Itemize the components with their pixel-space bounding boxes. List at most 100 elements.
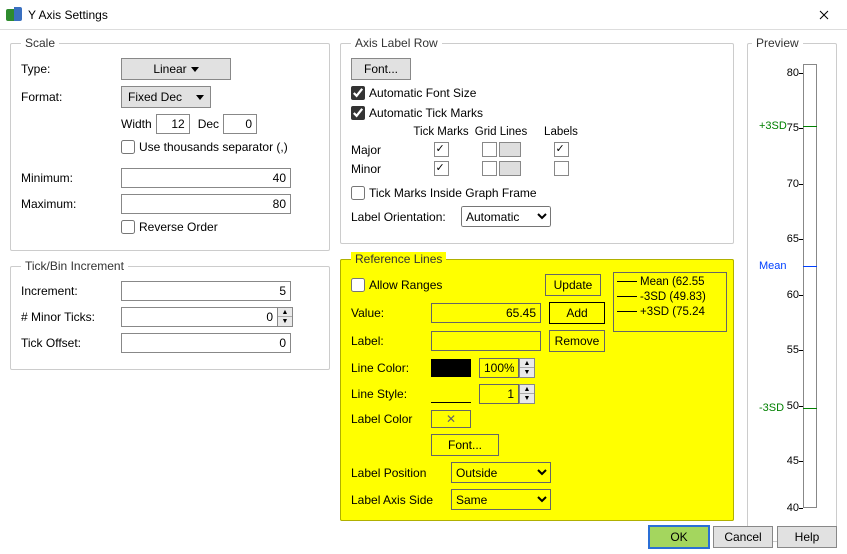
spin-down-icon[interactable]: ▼ bbox=[278, 317, 292, 326]
label-color-swatch[interactable]: ✕ bbox=[431, 410, 471, 428]
ref-list-item[interactable]: +3SD (75.24 bbox=[617, 305, 723, 320]
major-tick-checkbox[interactable] bbox=[434, 142, 449, 157]
min-input[interactable] bbox=[121, 168, 291, 188]
allow-ranges-label: Allow Ranges bbox=[369, 278, 442, 292]
auto-tick-label: Automatic Tick Marks bbox=[369, 106, 483, 120]
spin-up-icon[interactable]: ▲ bbox=[520, 385, 534, 394]
line-color-swatch[interactable] bbox=[431, 359, 471, 377]
linecolor-label: Line Color: bbox=[351, 361, 431, 375]
offset-input[interactable] bbox=[121, 333, 291, 353]
inside-frame-checkbox[interactable] bbox=[351, 186, 365, 200]
auto-tick-checkbox[interactable] bbox=[351, 106, 365, 120]
footer: OK Cancel Help bbox=[649, 526, 837, 548]
pos-label: Label Position bbox=[351, 466, 451, 480]
help-button[interactable]: Help bbox=[777, 526, 837, 548]
remove-button[interactable]: Remove bbox=[549, 330, 605, 352]
close-button[interactable] bbox=[801, 0, 847, 30]
caret-down-icon bbox=[191, 67, 199, 72]
pos-select[interactable]: Outside bbox=[451, 462, 551, 483]
ref-font-button[interactable]: Font... bbox=[431, 434, 499, 456]
dec-input[interactable] bbox=[223, 114, 257, 134]
ok-button[interactable]: OK bbox=[649, 526, 709, 548]
max-label: Maximum: bbox=[21, 197, 121, 211]
type-dropdown[interactable]: Linear bbox=[121, 58, 231, 80]
ref-list[interactable]: Mean (62.55 -3SD (49.83) +3SD (75.24 bbox=[613, 272, 727, 332]
ref-legend: Reference Lines bbox=[351, 252, 446, 266]
titlebar: Y Axis Settings bbox=[0, 0, 847, 30]
increment-input[interactable] bbox=[121, 281, 291, 301]
type-label: Type: bbox=[21, 62, 121, 76]
scale-legend: Scale bbox=[21, 36, 59, 50]
format-label: Format: bbox=[21, 90, 121, 104]
minor-input[interactable] bbox=[121, 307, 277, 327]
major-grid-checkbox[interactable] bbox=[482, 142, 497, 157]
minor-tick-checkbox[interactable] bbox=[434, 161, 449, 176]
minor-grid-style[interactable] bbox=[499, 161, 521, 176]
app-icon bbox=[6, 7, 22, 23]
allow-ranges-checkbox[interactable] bbox=[351, 278, 365, 292]
axis-ref-line bbox=[803, 266, 817, 267]
inside-frame-label: Tick Marks Inside Graph Frame bbox=[369, 186, 537, 200]
auto-font-checkbox[interactable] bbox=[351, 86, 365, 100]
label-label: Label: bbox=[351, 334, 431, 348]
minor-label: # Minor Ticks: bbox=[21, 310, 121, 324]
spin-down-icon[interactable]: ▼ bbox=[520, 394, 534, 403]
side-select[interactable]: Same bbox=[451, 489, 551, 510]
width-label: Width bbox=[121, 117, 152, 131]
minor-grid-checkbox[interactable] bbox=[482, 161, 497, 176]
axis-label-group: Axis Label Row Font... Automatic Font Si… bbox=[340, 36, 734, 244]
linestyle-input[interactable] bbox=[479, 384, 519, 404]
orient-label: Label Orientation: bbox=[351, 210, 461, 224]
minor-spinner[interactable]: ▲▼ bbox=[277, 307, 293, 327]
ref-list-item[interactable]: -3SD (49.83) bbox=[617, 290, 723, 305]
add-button[interactable]: Add bbox=[549, 302, 605, 324]
caret-down-icon bbox=[196, 95, 204, 100]
orient-select[interactable]: Automatic bbox=[461, 206, 551, 227]
spin-up-icon[interactable]: ▲ bbox=[520, 359, 534, 368]
labelcolor-label: Label Color bbox=[351, 412, 431, 426]
close-icon bbox=[819, 10, 829, 20]
side-label: Label Axis Side bbox=[351, 493, 451, 507]
linestyle-spinner[interactable]: ▲▼ bbox=[519, 384, 535, 404]
axis-tick: 70 bbox=[759, 178, 799, 190]
window-title: Y Axis Settings bbox=[28, 8, 801, 22]
label-input[interactable] bbox=[431, 331, 541, 351]
axis-tick: 55 bbox=[759, 344, 799, 356]
format-dropdown[interactable]: Fixed Dec bbox=[121, 86, 211, 108]
axis-label-legend: Axis Label Row bbox=[351, 36, 442, 50]
axis-tick: 45 bbox=[759, 455, 799, 467]
minor-labels-checkbox[interactable] bbox=[554, 161, 569, 176]
cancel-button[interactable]: Cancel bbox=[713, 526, 773, 548]
pct-input[interactable] bbox=[479, 358, 519, 378]
width-input[interactable] bbox=[156, 114, 190, 134]
spin-up-icon[interactable]: ▲ bbox=[278, 308, 292, 317]
type-value: Linear bbox=[153, 62, 186, 76]
axis-tick: 60 bbox=[759, 289, 799, 301]
axis-ref-line bbox=[803, 126, 817, 127]
increment-label: Increment: bbox=[21, 284, 121, 298]
major-grid-style[interactable] bbox=[499, 142, 521, 157]
line-style-preview bbox=[431, 385, 471, 403]
pct-spinner[interactable]: ▲▼ bbox=[519, 358, 535, 378]
axis-tick: 65 bbox=[759, 233, 799, 245]
tickbin-group: Tick/Bin Increment Increment: # Minor Ti… bbox=[10, 259, 330, 370]
axis-bar bbox=[803, 64, 817, 508]
tickbin-legend: Tick/Bin Increment bbox=[21, 259, 128, 273]
value-label: Value: bbox=[351, 306, 431, 320]
axis-ref-label: Mean bbox=[759, 260, 787, 272]
linestyle-label: Line Style: bbox=[351, 387, 431, 401]
axis-tick: 80 bbox=[759, 67, 799, 79]
value-input[interactable] bbox=[431, 303, 541, 323]
max-input[interactable] bbox=[121, 194, 291, 214]
reverse-checkbox[interactable] bbox=[121, 220, 135, 234]
axis-font-button[interactable]: Font... bbox=[351, 58, 411, 80]
row-major-label: Major bbox=[351, 143, 411, 157]
thousands-checkbox[interactable] bbox=[121, 140, 135, 154]
reference-lines-group: Reference Lines Mean (62.55 -3SD (49.83)… bbox=[340, 252, 734, 521]
preview-axis: 807570656055504540+3SDMean-3SD bbox=[759, 56, 825, 516]
major-labels-checkbox[interactable] bbox=[554, 142, 569, 157]
axis-ref-label: -3SD bbox=[759, 402, 784, 414]
spin-down-icon[interactable]: ▼ bbox=[520, 368, 534, 377]
update-button[interactable]: Update bbox=[545, 274, 601, 296]
ref-list-item[interactable]: Mean (62.55 bbox=[617, 275, 723, 290]
